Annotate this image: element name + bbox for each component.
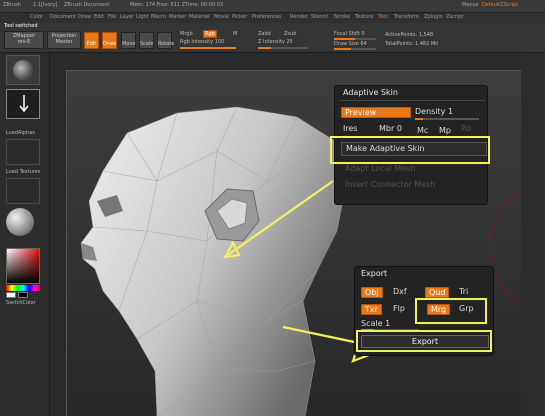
rotate-button[interactable]: Rotate — [157, 32, 174, 49]
zadd-toggle[interactable]: Zadd — [258, 31, 271, 37]
switch-color-label[interactable]: SwitchColor — [6, 300, 36, 306]
projection-button[interactable]: Projection Master — [47, 31, 81, 49]
menu-item[interactable]: Layer — [120, 14, 134, 20]
rgb-intensity-slider[interactable]: Rgb Intensity 100 — [180, 39, 224, 45]
divider — [339, 100, 485, 101]
zscript-button[interactable]: DefaultZScript — [482, 2, 518, 8]
zsub-toggle[interactable]: Zsub — [284, 31, 296, 37]
mrg-grp-highlight — [415, 298, 487, 324]
menu-item[interactable]: Transform — [394, 14, 419, 20]
material-sphere-icon — [13, 60, 33, 80]
draw-size-track[interactable] — [334, 48, 376, 50]
menu-item[interactable]: Draw — [78, 14, 91, 20]
hue-slider[interactable] — [6, 285, 40, 291]
menu-item[interactable]: Zplugin — [424, 14, 443, 20]
draw-size-slider[interactable]: Draw Size 64 — [334, 41, 367, 47]
stroke-thumbnail[interactable] — [6, 89, 40, 119]
texture-slot[interactable] — [6, 178, 40, 204]
export-highlight — [356, 330, 492, 352]
export-title: Export — [361, 269, 388, 278]
menu-item-tool[interactable]: Tool — [378, 14, 388, 20]
projection-master-label: Master — [55, 39, 73, 45]
focal-shift-slider[interactable]: Focal Shift 0 — [334, 31, 365, 37]
txr-toggle[interactable]: Txr — [361, 304, 382, 315]
status-note: Tool switched — [4, 23, 38, 29]
document-name: ZBrush Document — [64, 2, 110, 8]
right-shelf — [521, 53, 545, 416]
draw-button[interactable]: Draw — [102, 32, 117, 49]
menu-item[interactable]: Document — [50, 14, 76, 20]
menu-item[interactable]: Light — [136, 14, 148, 20]
ires-slider[interactable]: Ires — [343, 124, 358, 135]
dxf-toggle[interactable]: Dxf — [393, 287, 407, 298]
qud-toggle[interactable]: Qud — [425, 287, 450, 298]
title-bar: ZBrush 1.1[Ivory] ZBrush Document Mem: 1… — [0, 0, 545, 13]
menu-item[interactable]: Texture — [355, 14, 373, 20]
rgb-intensity-track[interactable] — [180, 47, 236, 49]
insert-connector-mesh-button[interactable]: Insert Connector Mesh — [345, 180, 435, 191]
z-intensity-slider[interactable]: Z Intensity 25 — [258, 39, 293, 45]
preview-button[interactable]: Preview — [341, 107, 411, 118]
color-picker[interactable] — [6, 248, 40, 284]
menu-item[interactable]: Stroke — [334, 14, 350, 20]
menu-item[interactable]: File — [108, 14, 116, 20]
adapt-local-mesh-button[interactable]: Adapt Local Mesh — [345, 164, 415, 175]
m-toggle[interactable]: M — [233, 31, 237, 37]
active-points: ActivePoints: 1,548 — [385, 32, 434, 38]
menu-item[interactable]: Macro — [151, 14, 166, 20]
menu-item[interactable]: Movie — [214, 14, 229, 20]
flp-toggle[interactable]: Flp — [393, 304, 405, 315]
toolbar: Tool switched ZMapper rev-E Projection M… — [0, 23, 545, 53]
arrow-down-icon — [19, 95, 29, 113]
alpha-slot[interactable] — [6, 139, 40, 165]
menu-item[interactable]: Color — [30, 14, 43, 20]
total-points: TotalPoints: 1.482 Mil — [385, 41, 438, 47]
menu-item[interactable]: Picker — [232, 14, 247, 20]
mbr-slider[interactable]: Mbr 0 — [379, 124, 402, 135]
material-ball-icon[interactable] — [6, 208, 34, 236]
material-thumbnail[interactable] — [6, 55, 40, 85]
primary-color-swatch[interactable] — [6, 292, 16, 298]
mrgb-toggle[interactable]: Mrgb — [180, 31, 193, 37]
brush-button[interactable]: ZMapper rev-E — [4, 31, 44, 49]
memory-stats: Mem: 174 Free: 511 ZTime: 00:00:03 — [130, 2, 224, 8]
secondary-color-swatch[interactable] — [18, 292, 28, 298]
density-track[interactable] — [415, 118, 479, 120]
menus-button[interactable]: Menus — [462, 2, 478, 8]
app-name: ZBrush — [3, 2, 21, 8]
left-shelf: LoadAlphas Load Textures SwitchColor — [0, 53, 50, 416]
load-textures-label[interactable]: Load Textures — [6, 169, 41, 175]
brush-rev: rev-E — [17, 39, 31, 45]
menu-item[interactable]: Zscript — [446, 14, 463, 20]
pd-toggle[interactable]: Pd — [461, 124, 471, 135]
focal-shift-track[interactable] — [334, 38, 376, 40]
menu-item[interactable]: Render — [290, 14, 308, 20]
edit-button[interactable]: Edit — [84, 32, 99, 49]
move-button[interactable]: Move — [121, 32, 136, 49]
density-slider[interactable]: Density 1 — [415, 107, 453, 118]
rgb-toggle[interactable]: Rgb — [203, 30, 217, 38]
menu-item[interactable]: Marker — [169, 14, 186, 20]
app-version: 1.1[Ivory] — [33, 2, 58, 8]
load-alphas-label[interactable]: LoadAlphas — [6, 130, 35, 136]
scale-button[interactable]: Scale — [139, 32, 154, 49]
obj-toggle[interactable]: Obj — [361, 287, 383, 298]
menu-item[interactable]: Material — [189, 14, 209, 20]
menu-item[interactable]: Stencil — [311, 14, 328, 20]
menu-bar: Color Document Draw Edit File Layer Ligh… — [0, 13, 545, 23]
tri-toggle[interactable]: Tri — [459, 287, 468, 298]
menu-item[interactable]: Preferences — [252, 14, 281, 20]
z-intensity-track[interactable] — [258, 47, 308, 49]
make-skin-highlight — [330, 136, 490, 164]
adaptive-skin-title: Adaptive Skin — [343, 88, 398, 97]
menu-item[interactable]: Edit — [94, 14, 104, 20]
